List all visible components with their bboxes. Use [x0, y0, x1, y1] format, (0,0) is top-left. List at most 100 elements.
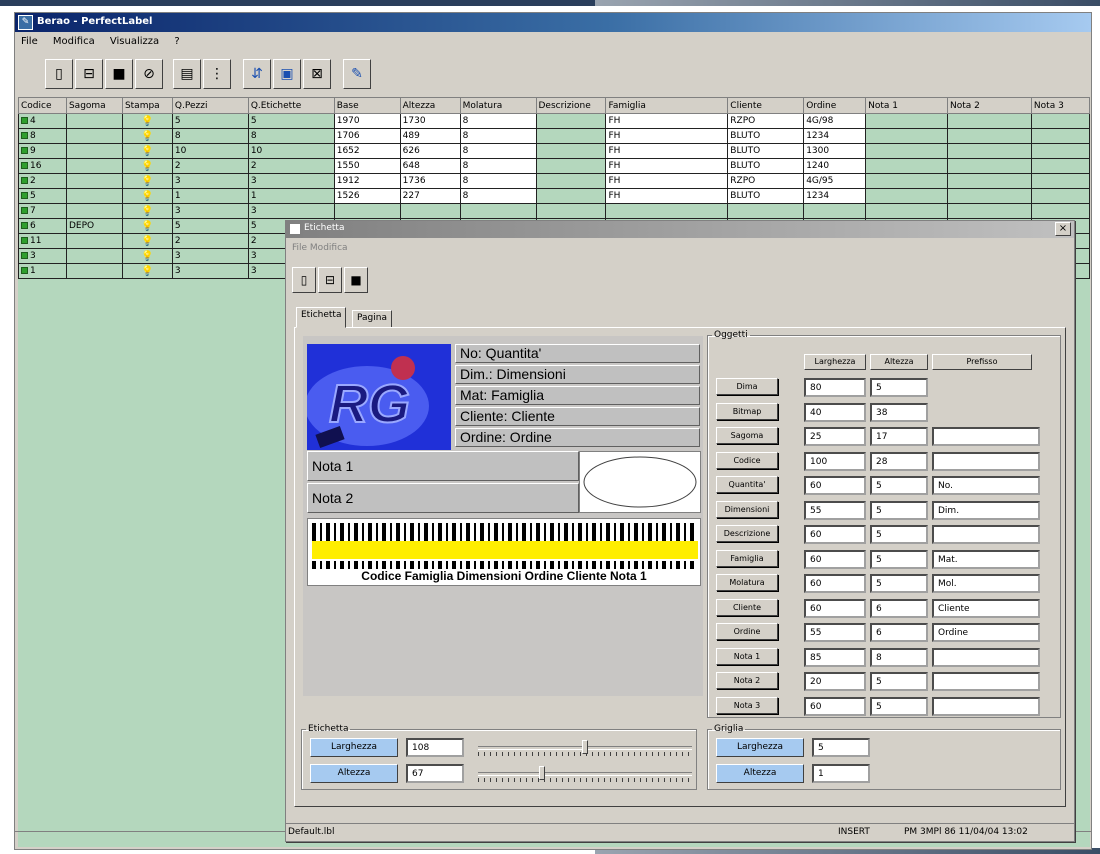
table-cell[interactable]	[947, 143, 1032, 159]
table-cell-stampa[interactable]: 💡	[121, 113, 173, 129]
table-row[interactable]: 8 💡 8 8 1706 489 8 FH BLUTO 1234	[18, 128, 1091, 144]
table-cell[interactable]	[65, 143, 123, 159]
dialog-menu[interactable]: File Modifica	[292, 243, 348, 253]
print-icon[interactable]: ⊘	[135, 59, 163, 89]
view-icon[interactable]: ▣	[273, 59, 301, 89]
open-icon[interactable]: ⊟	[75, 59, 103, 89]
table-cell-codice[interactable]: 5	[18, 188, 67, 204]
object-button[interactable]: Bitmap	[716, 402, 778, 420]
table-cell[interactable]	[65, 158, 123, 174]
lightbulb-icon[interactable]: 💡	[141, 131, 153, 142]
table-cell[interactable]	[947, 173, 1032, 189]
table-cell[interactable]: 1	[247, 188, 335, 204]
table-cell-codice[interactable]: 7	[18, 203, 67, 219]
table-cell[interactable]	[1030, 113, 1091, 129]
object-prefix-input[interactable]: Cliente	[932, 598, 1040, 618]
table-cell[interactable]: BLUTO	[727, 158, 805, 174]
table-cell[interactable]: 1912	[333, 173, 401, 189]
object-width-input[interactable]: 80	[804, 378, 866, 397]
lightbulb-icon[interactable]: 💡	[141, 116, 153, 127]
object-width-input[interactable]: 100	[804, 451, 866, 471]
column-header[interactable]: Famiglia	[605, 97, 729, 114]
table-row[interactable]: 2 💡 3 3 1912 1736 8 FH RZPO 4G/95	[18, 173, 1091, 189]
object-height-input[interactable]: 5	[870, 672, 928, 691]
column-header[interactable]: Cliente	[727, 97, 805, 114]
column-header[interactable]: Molatura	[459, 97, 537, 114]
table-cell[interactable]: FH	[605, 173, 729, 189]
table-cell[interactable]	[535, 173, 607, 189]
table-cell[interactable]	[1030, 158, 1091, 174]
griglia-altezza-input[interactable]: 1	[812, 764, 870, 783]
object-button[interactable]: Nota 3	[716, 696, 778, 714]
table-cell[interactable]	[535, 203, 607, 219]
object-prefix-input[interactable]: Dim.	[932, 500, 1040, 520]
table-cell[interactable]: 648	[399, 158, 461, 174]
object-button[interactable]: Descrizione	[716, 525, 778, 542]
table-cell[interactable]: FH	[605, 128, 729, 144]
object-width-input[interactable]: 60	[804, 574, 866, 593]
column-header[interactable]: Codice	[18, 97, 67, 114]
table-cell[interactable]: 1730	[399, 113, 461, 129]
object-height-input[interactable]: 8	[870, 647, 928, 667]
table-cell[interactable]	[399, 203, 461, 219]
object-width-input[interactable]: 85	[804, 647, 866, 667]
lightbulb-icon[interactable]: 💡	[141, 266, 153, 277]
table-cell[interactable]: 1240	[803, 158, 867, 174]
object-height-input[interactable]: 5	[870, 525, 928, 544]
table-cell[interactable]	[865, 203, 949, 219]
object-button[interactable]: Famiglia	[716, 549, 778, 567]
save-icon[interactable]: ■	[105, 59, 133, 89]
table-cell[interactable]	[865, 128, 949, 144]
object-width-input[interactable]: 20	[804, 672, 866, 691]
table-cell[interactable]: 1652	[333, 143, 401, 159]
table-cell[interactable]	[65, 263, 123, 279]
table-cell[interactable]: 1300	[803, 143, 867, 159]
table-cell[interactable]	[947, 158, 1032, 174]
close-icon[interactable]: ×	[1055, 222, 1071, 236]
table-cell[interactable]: 2	[171, 233, 249, 249]
table-cell-stampa[interactable]: 💡	[121, 203, 173, 219]
object-height-input[interactable]: 17	[870, 427, 928, 446]
lightbulb-icon[interactable]: 💡	[141, 191, 153, 202]
table-cell[interactable]: FH	[605, 113, 729, 129]
etichetta-altezza-input[interactable]: 67	[406, 764, 464, 783]
new-icon[interactable]: ▯	[292, 267, 316, 293]
object-height-input[interactable]: 5	[870, 549, 928, 569]
table-cell-codice[interactable]: 3	[18, 248, 67, 264]
table-cell[interactable]	[1030, 143, 1091, 159]
tab-etichetta[interactable]: Etichetta	[296, 307, 347, 328]
column-header[interactable]: Nota 1	[865, 97, 949, 114]
object-width-input[interactable]: 60	[804, 598, 866, 618]
etichetta-larghezza-thumb[interactable]	[582, 740, 588, 754]
table-row[interactable]: 9 💡 10 10 1652 626 8 FH BLUTO 1300	[18, 143, 1091, 159]
column-header[interactable]: Stampa	[121, 97, 173, 114]
table-cell-stampa[interactable]: 💡	[121, 158, 173, 174]
table-cell[interactable]: 3	[171, 173, 249, 189]
table-row[interactable]: 5 💡 1 1 1526 227 8 FH BLUTO 1234	[18, 188, 1091, 204]
table-cell[interactable]	[947, 203, 1032, 219]
layout-icon[interactable]: ▤	[173, 59, 201, 89]
lightbulb-icon[interactable]: 💡	[141, 146, 153, 157]
object-height-input[interactable]: 38	[870, 402, 928, 422]
table-cell[interactable]: 5	[171, 218, 249, 234]
table-cell[interactable]: 2	[171, 158, 249, 174]
table-cell[interactable]: RZPO	[727, 113, 805, 129]
table-cell[interactable]	[535, 143, 607, 159]
column-header[interactable]: Descrizione	[535, 97, 607, 114]
etichetta-altezza-slider[interactable]	[478, 772, 692, 776]
table-cell[interactable]: 5	[247, 113, 335, 129]
table-cell[interactable]	[865, 158, 949, 174]
column-header[interactable]: Nota 2	[947, 97, 1032, 114]
object-button[interactable]: Sagoma	[716, 427, 778, 444]
table-cell[interactable]: 1706	[333, 128, 401, 144]
etichetta-larghezza-input[interactable]: 108	[406, 738, 464, 757]
edit-icon[interactable]: ✎	[343, 59, 371, 89]
object-width-input[interactable]: 55	[804, 623, 866, 642]
table-cell[interactable]: 3	[171, 263, 249, 279]
table-cell-stampa[interactable]: 💡	[121, 218, 173, 234]
menu-file[interactable]: File	[21, 36, 38, 47]
object-height-input[interactable]: 6	[870, 598, 928, 618]
table-cell[interactable]: 1550	[333, 158, 401, 174]
table-cell[interactable]: FH	[605, 158, 729, 174]
save-icon[interactable]: ■	[344, 267, 368, 293]
